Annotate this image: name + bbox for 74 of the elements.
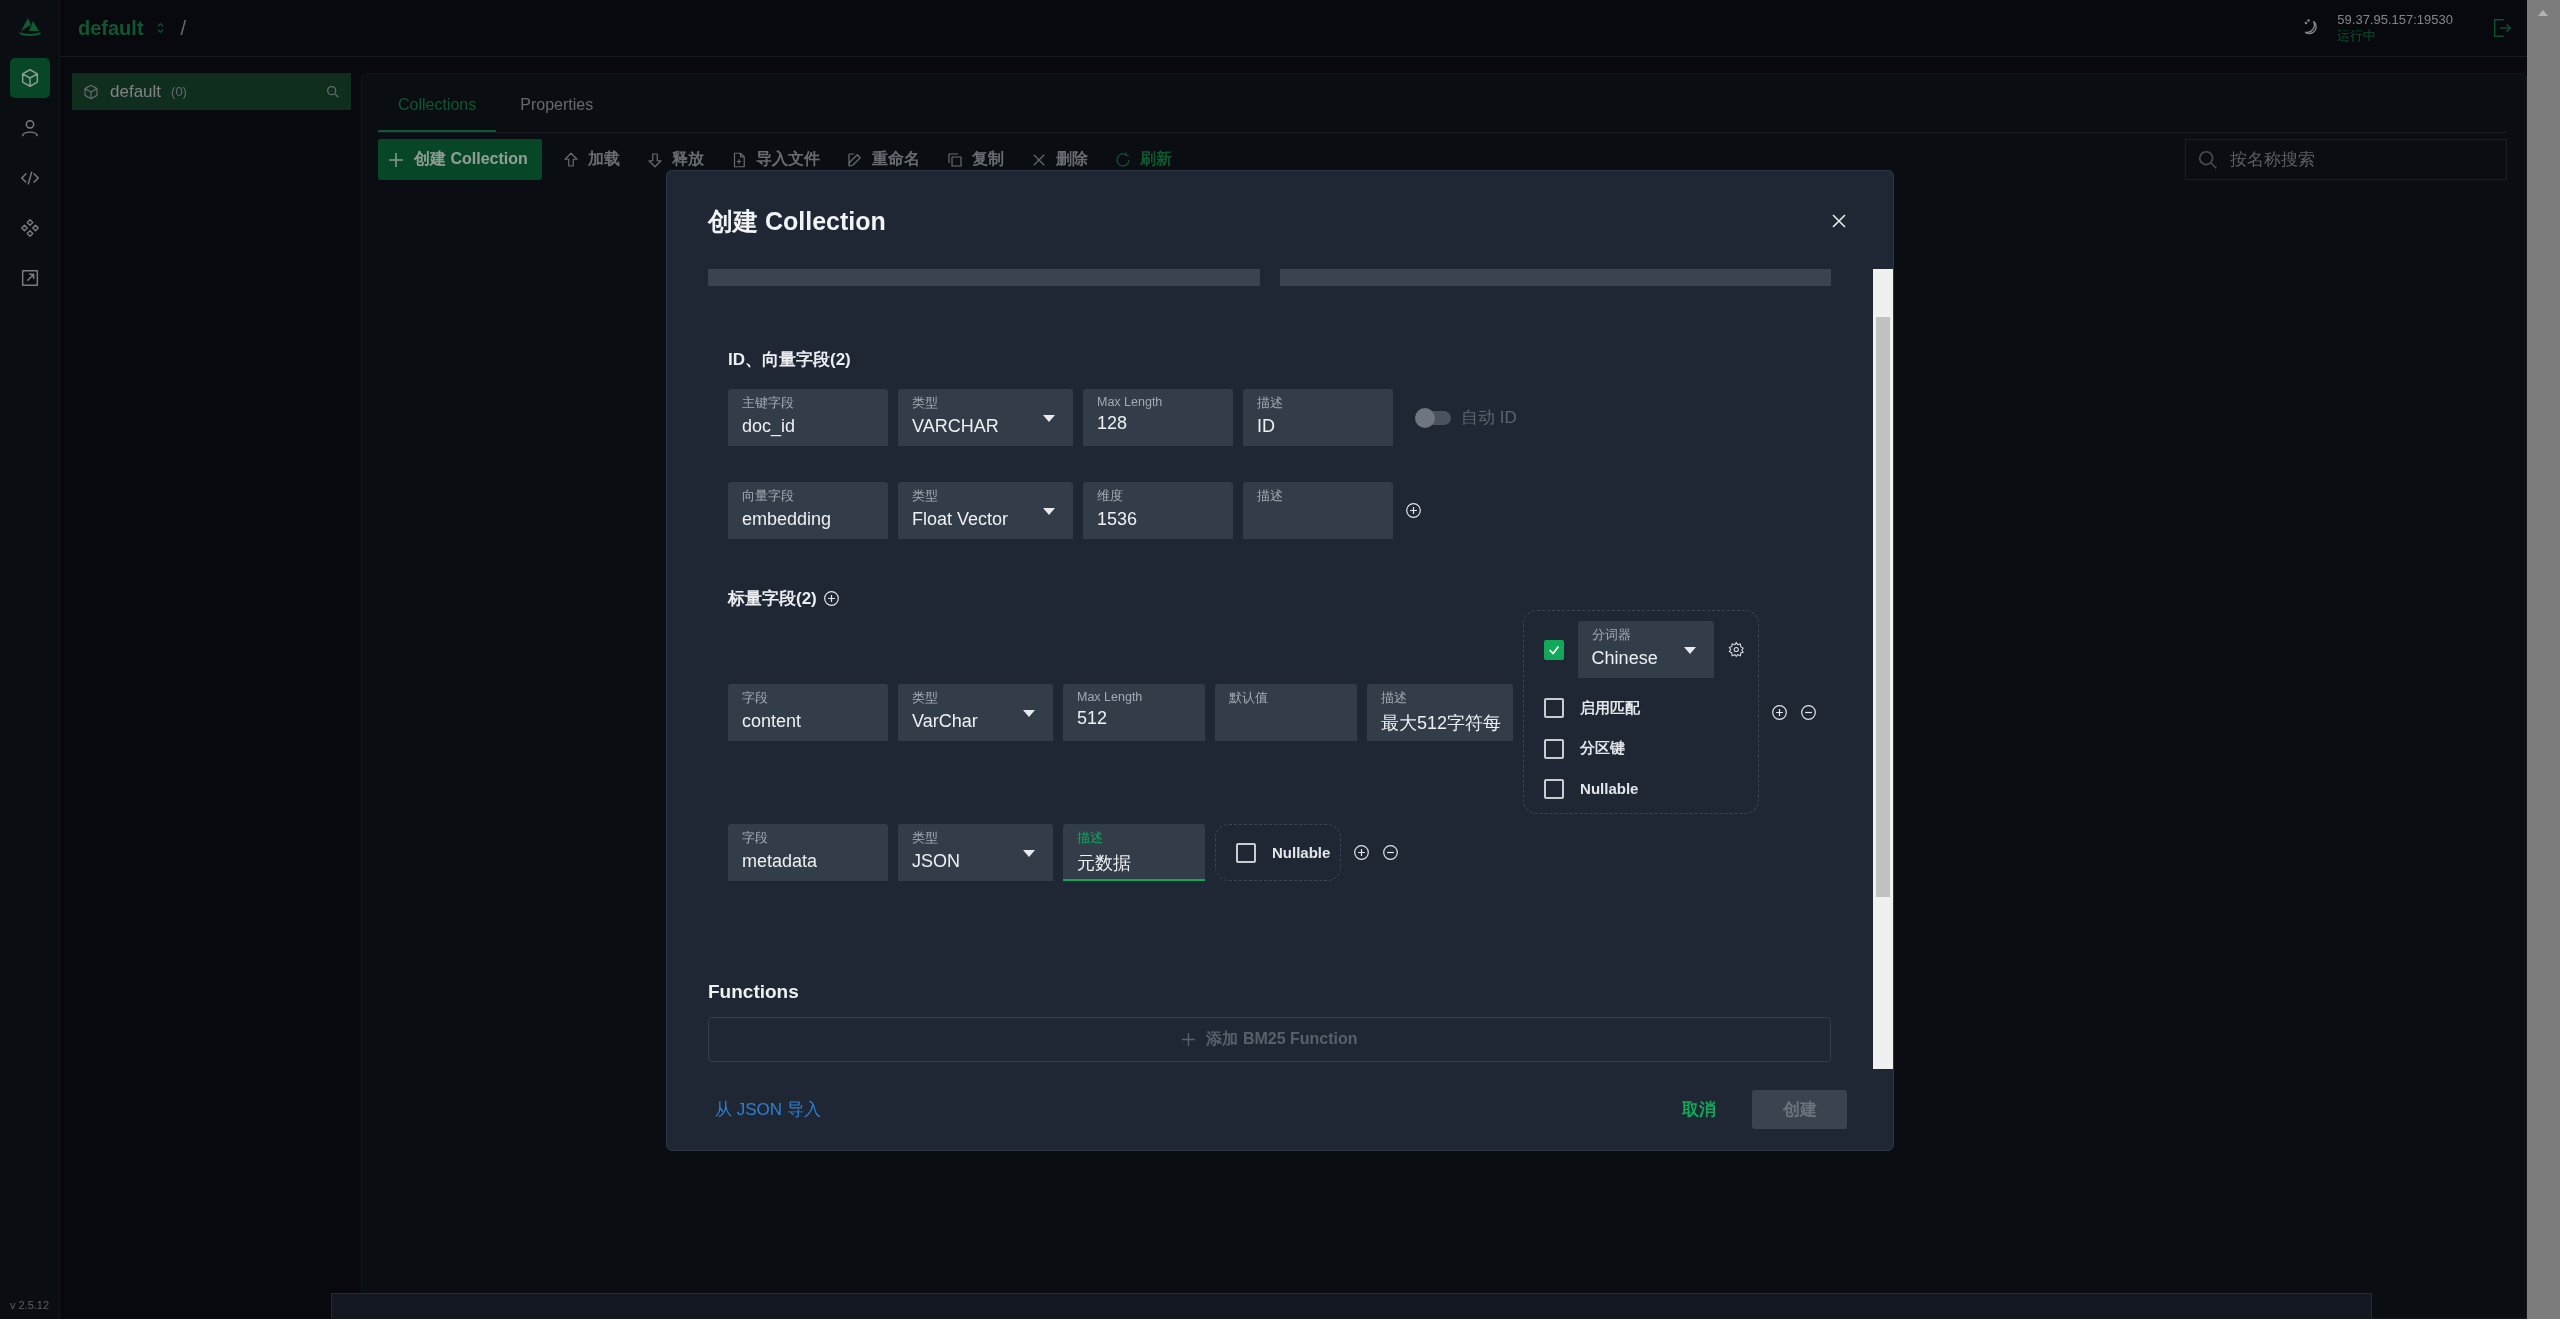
scrollbar[interactable] bbox=[1873, 269, 1893, 1069]
scrollbar[interactable] bbox=[2527, 0, 2560, 1319]
breadcrumb-separator: / bbox=[180, 16, 187, 40]
text-field[interactable]: 描述 最大512字符每 bbox=[1367, 683, 1514, 741]
create-collection-button[interactable]: 创建 Collection bbox=[378, 139, 542, 180]
arrow-down-icon bbox=[645, 150, 664, 169]
tree-item[interactable]: default (0) bbox=[72, 73, 351, 110]
copy-icon bbox=[945, 150, 964, 169]
import-json-link[interactable]: 从 JSON 导入 bbox=[715, 1098, 821, 1121]
text-field[interactable]: 主键字段 doc_id bbox=[728, 389, 888, 446]
arrow-up-icon bbox=[561, 150, 580, 169]
text-field[interactable]: 描述 ID bbox=[1243, 389, 1393, 446]
type-dropdown[interactable]: 类型 VarChar bbox=[898, 683, 1053, 741]
text-field[interactable]: 描述 bbox=[1243, 482, 1393, 539]
close-icon[interactable] bbox=[1831, 213, 1847, 229]
cube-icon bbox=[82, 82, 100, 101]
nodes-icon bbox=[18, 217, 41, 239]
text-field[interactable]: 描述 元数据 bbox=[1063, 824, 1205, 881]
checkbox-label: Nullable bbox=[1272, 844, 1331, 861]
collection-count: (0) bbox=[171, 84, 187, 99]
toggle-switch[interactable] bbox=[1417, 410, 1451, 425]
text-field[interactable]: Max Length 512 bbox=[1063, 683, 1205, 741]
search-icon[interactable] bbox=[325, 83, 341, 100]
add-icon[interactable] bbox=[1353, 844, 1371, 861]
caret-icon bbox=[1023, 850, 1035, 857]
toggle-label: 自动 ID bbox=[1461, 407, 1517, 429]
caret-icon bbox=[1023, 709, 1035, 717]
checkbox[interactable] bbox=[1544, 698, 1565, 719]
cancel-button[interactable]: 取消 bbox=[1676, 1097, 1722, 1122]
plus-icon bbox=[1181, 1032, 1197, 1047]
input-field[interactable] bbox=[708, 269, 1260, 286]
type-dropdown[interactable]: 类型 JSON bbox=[898, 824, 1053, 881]
text-field[interactable]: 默认值 bbox=[1215, 683, 1357, 741]
checkbox-label: 分区键 bbox=[1580, 739, 1626, 759]
nav-button[interactable] bbox=[9, 58, 50, 98]
version-label: v 2.5.12 bbox=[9, 1299, 50, 1313]
dialog-title: 创建 Collection bbox=[708, 205, 886, 237]
remove-icon[interactable] bbox=[1382, 844, 1400, 861]
input-field[interactable] bbox=[1279, 269, 1831, 286]
checkbox[interactable] bbox=[1544, 779, 1565, 799]
remove-icon[interactable] bbox=[1800, 703, 1818, 721]
database-label: default bbox=[110, 81, 162, 102]
add-icon[interactable] bbox=[1771, 703, 1789, 721]
caret-icon bbox=[1683, 647, 1696, 654]
checkbox[interactable] bbox=[1544, 738, 1565, 759]
type-dropdown[interactable]: 类型 Float Vector bbox=[898, 482, 1073, 539]
tab[interactable]: Properties bbox=[500, 96, 614, 132]
settings-icon[interactable] bbox=[1727, 641, 1745, 658]
checkbox[interactable] bbox=[1544, 639, 1564, 660]
caret-icon bbox=[1043, 415, 1055, 422]
plus-icon bbox=[388, 151, 404, 168]
server-address: 59.37.95.157:19530 bbox=[2337, 11, 2453, 27]
text-field[interactable]: 维度 1536 bbox=[1083, 482, 1233, 539]
checkbox-label: 启用匹配 bbox=[1580, 698, 1641, 718]
checkbox[interactable] bbox=[1236, 842, 1256, 863]
text-field[interactable]: 字段 metadata bbox=[728, 824, 888, 881]
section-title: Functions bbox=[708, 981, 800, 1003]
add-icon[interactable] bbox=[1405, 502, 1422, 519]
logo-icon bbox=[17, 16, 42, 36]
server-status: 运行中 bbox=[2337, 26, 2378, 45]
text-field[interactable]: 向量字段 embedding bbox=[728, 482, 888, 539]
text-field[interactable]: Max Length 128 bbox=[1083, 389, 1233, 446]
add-icon[interactable] bbox=[822, 590, 840, 607]
refresh-icon bbox=[1113, 150, 1132, 169]
text-field[interactable]: 字段 content bbox=[728, 683, 888, 741]
search-icon bbox=[2197, 149, 2219, 171]
section-title: ID、向量字段(2) bbox=[728, 349, 851, 371]
pencil-icon bbox=[845, 150, 864, 169]
analyzer-dropdown[interactable]: 分词器 Chinese bbox=[1577, 621, 1714, 678]
section-title: 标量字段(2) bbox=[728, 588, 817, 610]
search-field[interactable]: 按名称搜索 bbox=[2185, 139, 2507, 180]
checkbox-label: Nullable bbox=[1580, 780, 1639, 798]
caret-icon bbox=[1043, 508, 1055, 515]
type-dropdown[interactable]: 类型 VARCHAR bbox=[898, 389, 1073, 446]
